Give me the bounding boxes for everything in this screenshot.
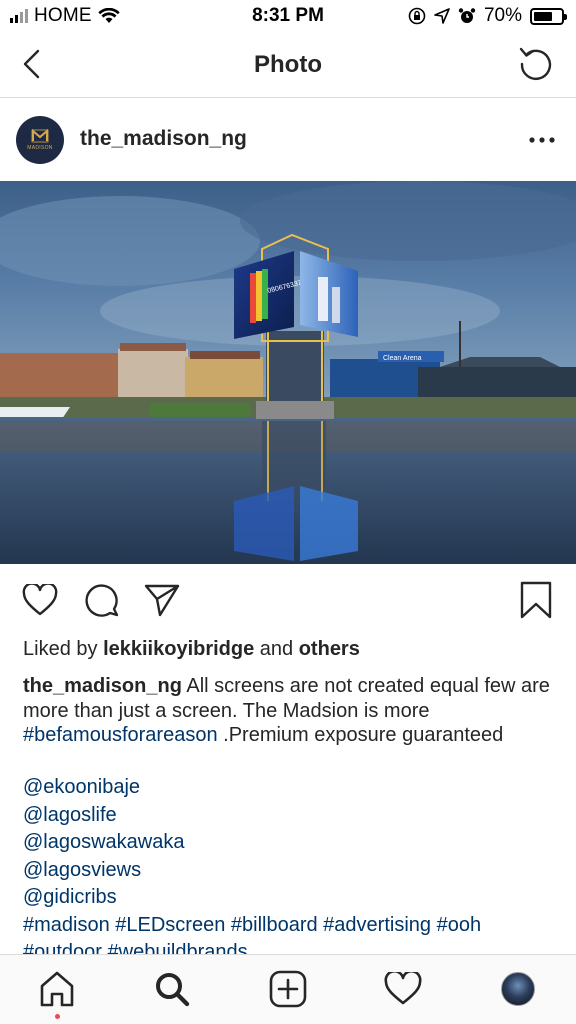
mentions-list: @ekoonibaje @lagoslife @lagoswakawaka @l…	[23, 774, 563, 966]
bottom-tab-bar	[0, 954, 576, 1024]
mention-link[interactable]: @gidicribs	[23, 884, 563, 912]
more-options-button[interactable]	[526, 125, 558, 155]
caption-username[interactable]: the_madison_ng	[23, 675, 182, 697]
avatar[interactable]: MADISON	[16, 116, 64, 164]
mention-link[interactable]: @lagosviews	[23, 857, 563, 885]
alarm-icon	[458, 8, 476, 23]
screen-building	[332, 287, 340, 323]
building	[118, 349, 188, 401]
sign-text: Clean Arena	[383, 355, 422, 362]
tab-activity[interactable]	[381, 967, 425, 1011]
search-icon	[156, 973, 190, 1007]
bookmark-icon	[520, 581, 552, 619]
location-icon	[434, 8, 450, 24]
shoreline	[150, 403, 250, 417]
share-button[interactable]	[142, 580, 182, 620]
send-icon	[144, 584, 180, 617]
status-right: 70%	[408, 5, 567, 27]
caption-text-2: .Premium exposure guaranteed	[217, 724, 504, 746]
notification-dot	[55, 1014, 60, 1019]
screen-stripe	[262, 269, 268, 319]
battery-icon	[530, 7, 567, 25]
tab-add[interactable]	[266, 967, 310, 1011]
post-caption: the_madison_ng All screens are not creat…	[23, 674, 558, 748]
post-username[interactable]: the_madison_ng	[80, 127, 247, 151]
heart-icon	[22, 584, 58, 616]
building	[185, 357, 263, 399]
more-dots-icon	[529, 137, 555, 143]
refresh-icon	[519, 47, 552, 80]
screen-stripe	[256, 271, 262, 321]
avatar-text: MADISON	[27, 145, 53, 151]
screen-stripe	[250, 273, 256, 323]
home-icon	[40, 971, 74, 1007]
likes-prefix: Liked by	[23, 638, 104, 660]
mention-link[interactable]: @lagoslife	[23, 802, 563, 830]
comment-button[interactable]	[82, 580, 122, 620]
building	[0, 353, 120, 399]
save-button[interactable]	[516, 580, 556, 620]
likes-others[interactable]: others	[299, 638, 360, 660]
like-button[interactable]	[20, 580, 60, 620]
post-photo[interactable]: Clean Arena 08067633771	[0, 181, 576, 564]
building	[190, 351, 260, 359]
rotation-lock-icon	[408, 7, 426, 25]
tower-base	[256, 401, 334, 419]
likes-middle: and	[254, 638, 299, 660]
battery-percent: 70%	[483, 5, 522, 26]
post-actions	[0, 580, 576, 622]
tab-profile[interactable]	[496, 967, 540, 1011]
comment-icon	[85, 584, 119, 617]
tab-home[interactable]	[35, 967, 79, 1011]
photo-scene: Clean Arena 08067633771	[0, 181, 576, 564]
likes-line: Liked by lekkiikoyibridge and others	[23, 638, 360, 661]
refresh-button[interactable]	[516, 44, 556, 84]
profile-avatar	[501, 972, 535, 1006]
post-header: MADISON the_madison_ng	[0, 99, 576, 181]
status-bar: HOME 8:31 PM 70%	[0, 0, 576, 32]
page-title: Photo	[254, 51, 322, 78]
madison-logo-icon	[31, 129, 49, 143]
add-icon	[269, 970, 307, 1008]
mention-link[interactable]: @lagoswakawaka	[23, 829, 563, 857]
building	[120, 343, 186, 351]
screen-building	[318, 277, 328, 321]
caption-hashtag[interactable]: #befamousforareason	[23, 724, 218, 746]
activity-heart-icon	[384, 972, 422, 1005]
navigation-bar: Photo	[0, 32, 576, 98]
tab-search[interactable]	[150, 967, 194, 1011]
liker-username[interactable]: lekkiikoyibridge	[103, 638, 254, 660]
mention-link[interactable]: @ekoonibaje	[23, 774, 563, 802]
